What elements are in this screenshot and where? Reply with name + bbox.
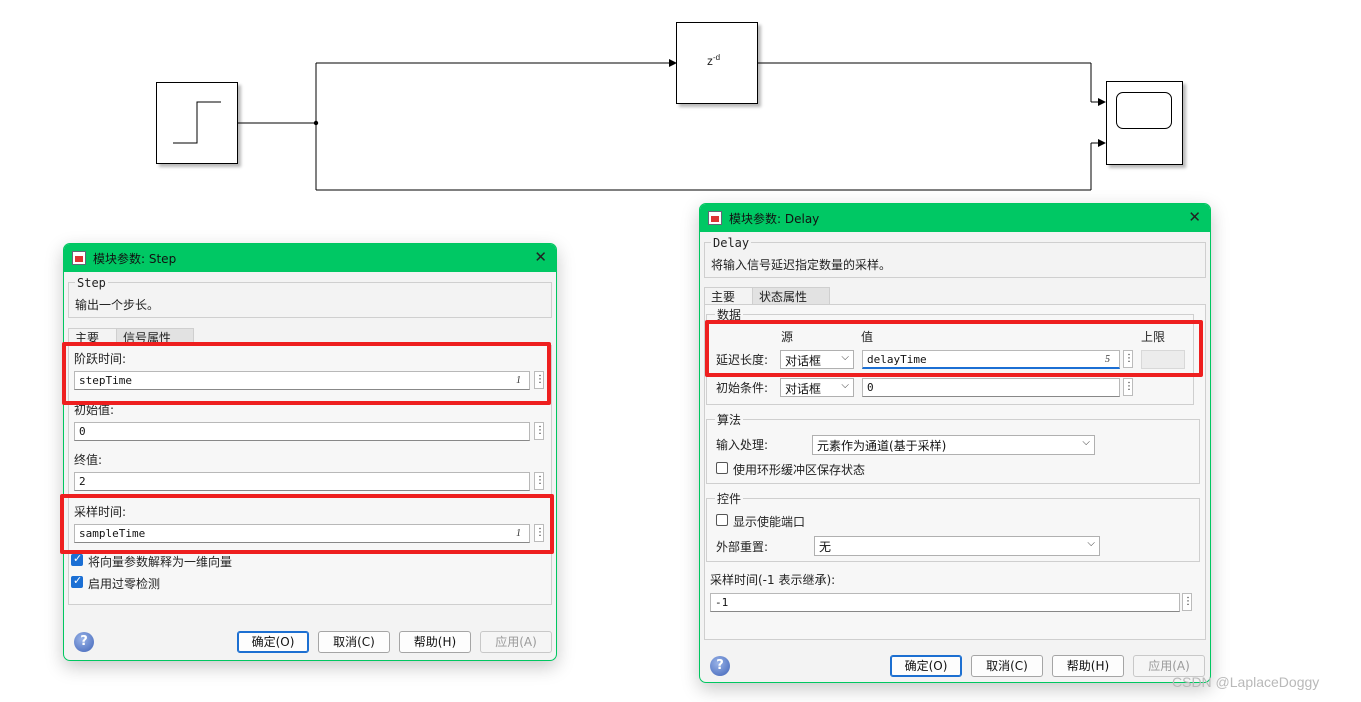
ok-button[interactable]: 确定(O) xyxy=(890,655,962,677)
ok-button[interactable]: 确定(O) xyxy=(237,631,309,653)
step-dialog-titlebar[interactable]: 模块参数: Step ✕ xyxy=(64,244,556,272)
initial-condition-more-icon[interactable]: ⋮ xyxy=(1123,378,1134,396)
delay-block[interactable]: z-d xyxy=(676,22,758,104)
step-icon xyxy=(173,101,221,144)
external-reset-select[interactable]: 无 ⌵ xyxy=(814,536,1100,556)
chevron-down-icon: ⌵ xyxy=(1087,538,1095,549)
zero-crossing-checkbox[interactable] xyxy=(71,574,83,588)
scope-block[interactable] xyxy=(1106,81,1183,165)
step-description: 输出一个步长。 xyxy=(75,298,160,312)
external-reset-label: 外部重置: xyxy=(716,540,769,554)
help-icon[interactable]: ? xyxy=(74,632,94,652)
apply-button[interactable]: 应用(A) xyxy=(480,631,552,653)
cancel-button[interactable]: 取消(C) xyxy=(318,631,390,653)
final-value-label: 终值: xyxy=(74,453,103,467)
vector-1d-checkbox[interactable] xyxy=(71,552,83,566)
close-icon[interactable]: ✕ xyxy=(534,248,547,266)
step-block[interactable] xyxy=(156,82,238,164)
initial-value-input[interactable]: 0 xyxy=(74,422,530,441)
simulink-block-icon xyxy=(72,251,86,265)
highlight-sample-time xyxy=(60,494,554,554)
chevron-down-icon: ⌵ xyxy=(841,380,849,391)
final-value-input[interactable]: 2 xyxy=(74,472,530,491)
circular-buffer-checkbox[interactable] xyxy=(716,462,728,474)
delay-block-name: Delay xyxy=(711,236,752,250)
input-processing-select[interactable]: 元素作为通道(基于采样) ⌵ xyxy=(812,435,1095,455)
highlight-delay-length xyxy=(705,320,1203,377)
help-button[interactable]: 帮助(H) xyxy=(1052,655,1124,677)
initial-condition-source-select[interactable]: 对话框 ⌵ xyxy=(780,378,854,397)
final-value-more-icon[interactable]: ⋮ xyxy=(534,472,545,490)
delay-description: 将输入信号延迟指定数量的采样。 xyxy=(711,258,892,272)
delay-sample-time-more-icon[interactable]: ⋮ xyxy=(1182,593,1193,611)
initial-condition-input[interactable]: 0 xyxy=(862,378,1120,397)
circular-buffer-label: 使用环形缓冲区保存状态 xyxy=(733,463,866,477)
delay-dialog-title: 模块参数: Delay xyxy=(729,212,820,226)
initial-condition-label: 初始条件: xyxy=(716,381,769,395)
delay-dialog: 模块参数: Delay ✕ Delay 将输入信号延迟指定数量的采样。 主要 状… xyxy=(699,203,1211,683)
cancel-button[interactable]: 取消(C) xyxy=(971,655,1043,677)
step-dialog: 模块参数: Step ✕ Step 输出一个步长。 主要 信号属性 阶跃时间: … xyxy=(63,243,557,661)
step-dialog-title: 模块参数: Step xyxy=(93,252,177,266)
initial-value-more-icon[interactable]: ⋮ xyxy=(534,422,545,440)
chevron-down-icon: ⌵ xyxy=(1082,437,1090,448)
step-block-name: Step xyxy=(75,276,108,290)
enable-port-checkbox[interactable] xyxy=(716,514,728,526)
delay-sample-time-label: 采样时间(-1 表示继承): xyxy=(710,573,836,587)
delay-block-label: z-d xyxy=(707,53,721,68)
help-icon[interactable]: ? xyxy=(710,656,730,676)
algorithm-group-label: 算法 xyxy=(715,411,744,428)
highlight-step-time xyxy=(62,342,551,405)
enable-port-label: 显示使能端口 xyxy=(733,515,806,529)
scope-screen-icon xyxy=(1116,92,1172,129)
control-group-label: 控件 xyxy=(715,490,744,507)
watermark: CSDN @LaplaceDoggy xyxy=(1172,674,1320,690)
zero-crossing-label: 启用过零检测 xyxy=(88,577,161,591)
close-icon[interactable]: ✕ xyxy=(1188,208,1201,226)
delay-sample-time-input[interactable]: -1 xyxy=(710,593,1180,612)
simulink-block-icon xyxy=(708,211,722,225)
vector-1d-label: 将向量参数解释为一维向量 xyxy=(88,555,233,569)
input-processing-label: 输入处理: xyxy=(716,438,769,452)
model-canvas: z-d xyxy=(0,0,1361,200)
delay-dialog-titlebar[interactable]: 模块参数: Delay ✕ xyxy=(700,204,1210,232)
help-button[interactable]: 帮助(H) xyxy=(399,631,471,653)
